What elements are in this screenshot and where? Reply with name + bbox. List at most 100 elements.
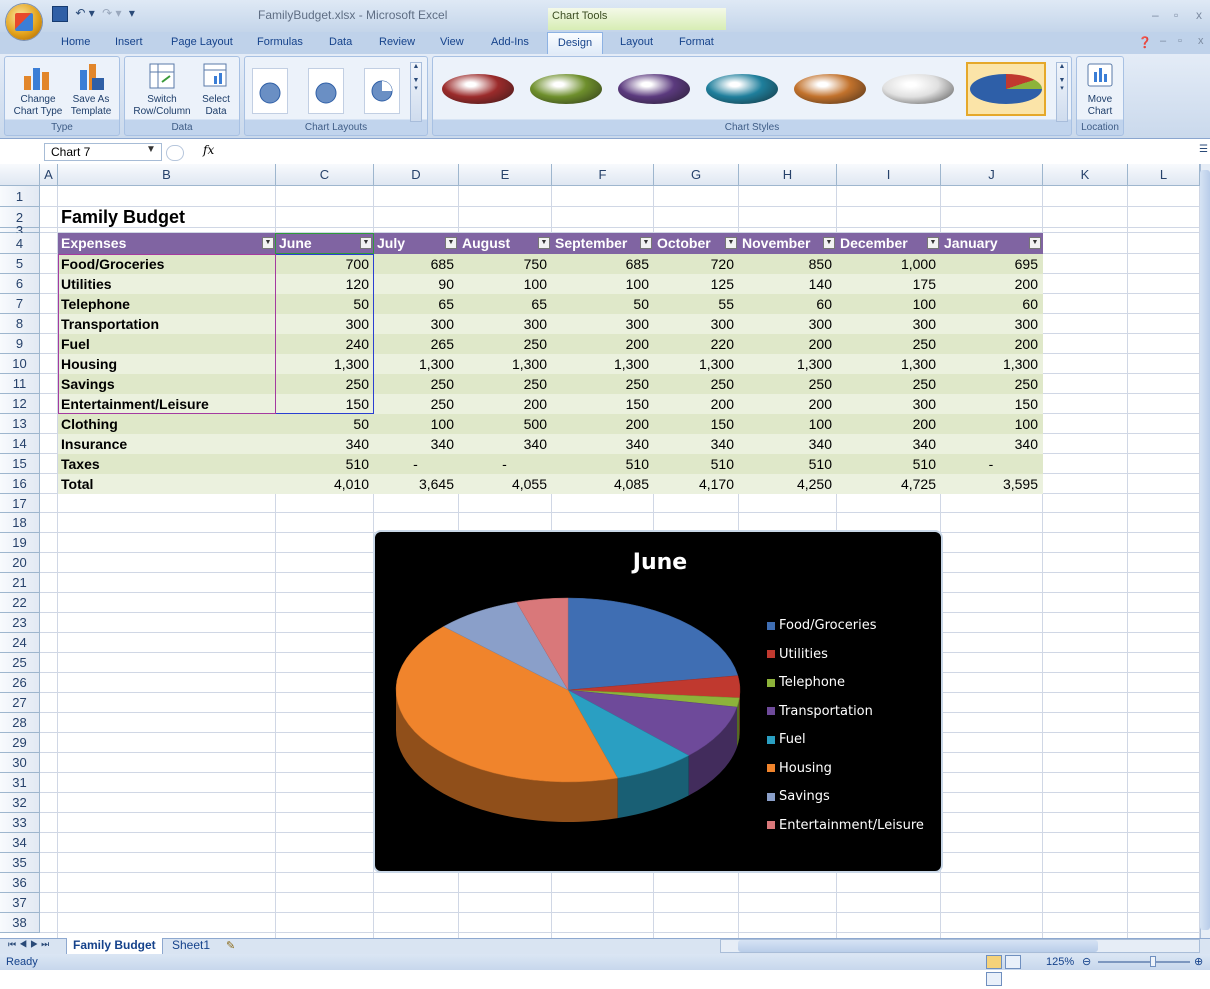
value-cell[interactable]: 340 — [657, 434, 734, 454]
value-cell[interactable]: 100 — [377, 414, 454, 434]
page-break-view-icon[interactable] — [986, 972, 1002, 986]
row-header-37[interactable]: 37 — [0, 893, 40, 913]
row-header-22[interactable]: 22 — [0, 593, 40, 613]
value-cell[interactable]: 50 — [555, 294, 649, 314]
legend-item[interactable]: Transportation — [767, 704, 924, 733]
zoom-out-icon[interactable]: ⊖ — [1082, 955, 1091, 968]
insert-sheet-icon[interactable]: ✎ — [226, 939, 235, 952]
value-cell[interactable]: 65 — [462, 294, 547, 314]
value-cell[interactable]: - — [944, 454, 1038, 474]
value-cell[interactable]: 4,055 — [462, 474, 547, 494]
value-cell[interactable]: 250 — [462, 374, 547, 394]
row-header-13[interactable]: 13 — [0, 414, 40, 434]
office-button[interactable] — [6, 4, 42, 40]
value-cell[interactable]: 140 — [742, 274, 832, 294]
value-cell[interactable]: 1,300 — [657, 354, 734, 374]
row-header-4[interactable]: 4 — [0, 233, 40, 254]
chart-style-1[interactable] — [438, 62, 518, 116]
tab-page-layout[interactable]: Page Layout — [171, 36, 233, 48]
tab-review[interactable]: Review — [379, 36, 415, 48]
value-cell[interactable]: 1,300 — [944, 354, 1038, 374]
value-cell[interactable]: 4,250 — [742, 474, 832, 494]
row-header-24[interactable]: 24 — [0, 633, 40, 653]
value-cell[interactable]: 125 — [657, 274, 734, 294]
value-cell[interactable]: 300 — [944, 314, 1038, 334]
value-cell[interactable]: 150 — [555, 394, 649, 414]
value-cell[interactable]: 340 — [944, 434, 1038, 454]
value-cell[interactable]: 340 — [840, 434, 936, 454]
horizontal-scroll-thumb[interactable] — [738, 940, 1098, 952]
value-cell[interactable]: 4,725 — [840, 474, 936, 494]
filter-dropdown-icon[interactable]: ▼ — [445, 237, 457, 249]
value-cell[interactable]: 300 — [742, 314, 832, 334]
row-header-17[interactable]: 17 — [0, 494, 40, 513]
help-icon[interactable]: ❓ — [1138, 36, 1152, 49]
row-label[interactable]: Clothing — [61, 414, 271, 434]
value-cell[interactable]: 510 — [840, 454, 936, 474]
column-header-f[interactable]: F — [552, 164, 654, 186]
row-label[interactable]: Insurance — [61, 434, 271, 454]
row-header-26[interactable]: 26 — [0, 673, 40, 693]
chart-legend[interactable]: Food/Groceries Utilities Telephone Transpor… — [767, 618, 924, 846]
chart-style-5[interactable] — [790, 62, 870, 116]
value-cell[interactable]: 250 — [742, 374, 832, 394]
value-cell[interactable]: 720 — [657, 254, 734, 274]
value-cell[interactable]: 65 — [377, 294, 454, 314]
value-cell[interactable]: 90 — [377, 274, 454, 294]
header-cell[interactable]: Expenses ▼ — [61, 233, 274, 254]
value-cell[interactable]: 1,300 — [840, 354, 936, 374]
row-header-1[interactable]: 1 — [0, 186, 40, 207]
tab-home[interactable]: Home — [61, 36, 90, 48]
zoom-slider[interactable] — [1098, 961, 1190, 963]
chart-layout-3[interactable] — [364, 68, 400, 114]
value-cell[interactable]: - — [462, 454, 547, 474]
column-header-e[interactable]: E — [459, 164, 552, 186]
value-cell[interactable]: 1,000 — [840, 254, 936, 274]
row-header-14[interactable]: 14 — [0, 434, 40, 454]
row-header-12[interactable]: 12 — [0, 394, 40, 414]
value-cell[interactable]: 200 — [555, 334, 649, 354]
value-cell[interactable]: 4,010 — [279, 474, 369, 494]
zoom-level[interactable]: 125% — [1046, 956, 1074, 968]
row-header-9[interactable]: 9 — [0, 334, 40, 354]
legend-item[interactable]: Savings — [767, 789, 924, 818]
row-header-6[interactable]: 6 — [0, 274, 40, 294]
column-header-i[interactable]: I — [837, 164, 941, 186]
value-cell[interactable]: 695 — [944, 254, 1038, 274]
value-cell[interactable]: 340 — [279, 434, 369, 454]
chart-style-7[interactable] — [966, 62, 1046, 116]
row-header-10[interactable]: 10 — [0, 354, 40, 374]
tab-view[interactable]: View — [440, 36, 464, 48]
filter-dropdown-icon[interactable]: ▼ — [725, 237, 737, 249]
filter-dropdown-icon[interactable]: ▼ — [927, 237, 939, 249]
value-cell[interactable]: 300 — [377, 314, 454, 334]
value-cell[interactable]: 685 — [555, 254, 649, 274]
value-cell[interactable]: 220 — [657, 334, 734, 354]
tab-formulas[interactable]: Formulas — [257, 36, 303, 48]
value-cell[interactable]: 200 — [657, 394, 734, 414]
row-header-15[interactable]: 15 — [0, 454, 40, 474]
row-header-31[interactable]: 31 — [0, 773, 40, 793]
row-header-38[interactable]: 38 — [0, 913, 40, 933]
row-label[interactable]: Taxes — [61, 454, 271, 474]
value-cell[interactable]: 250 — [657, 374, 734, 394]
column-header-g[interactable]: G — [654, 164, 739, 186]
value-cell[interactable]: 3,645 — [377, 474, 454, 494]
filter-dropdown-icon[interactable]: ▼ — [262, 237, 274, 249]
normal-view-icon[interactable] — [986, 955, 1002, 969]
tab-layout[interactable]: Layout — [620, 36, 653, 48]
row-header-28[interactable]: 28 — [0, 713, 40, 733]
name-box-dropdown-icon[interactable]: ▼ — [146, 144, 156, 155]
customize-qat-icon[interactable]: ▾ — [129, 6, 135, 20]
header-cell[interactable]: December ▼ — [840, 233, 939, 254]
row-header-11[interactable]: 11 — [0, 374, 40, 394]
value-cell[interactable]: 100 — [944, 414, 1038, 434]
value-cell[interactable]: 340 — [462, 434, 547, 454]
row-header-7[interactable]: 7 — [0, 294, 40, 314]
value-cell[interactable]: 300 — [555, 314, 649, 334]
tab-insert[interactable]: Insert — [115, 36, 143, 48]
value-cell[interactable]: 3,595 — [944, 474, 1038, 494]
legend-item[interactable]: Housing — [767, 761, 924, 790]
value-cell[interactable]: 4,170 — [657, 474, 734, 494]
chart-style-4[interactable] — [702, 62, 782, 116]
